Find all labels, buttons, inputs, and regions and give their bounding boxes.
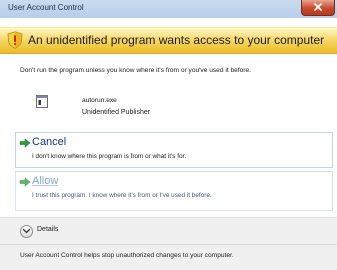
uac-dialog: User Account Control An unidentified pro… (0, 0, 337, 270)
warning-banner: An unidentified program wants access to … (0, 27, 337, 54)
footer-info-text: User Account Control helps stop unauthor… (20, 252, 234, 259)
program-name: autorun.exe (82, 97, 117, 104)
allow-option-description: I trust this program. I know where it's … (32, 192, 212, 199)
intro-text: Don't run the program unless you know wh… (20, 67, 252, 74)
cancel-option-button[interactable]: Cancel I don't know where this program i… (15, 132, 333, 168)
window-title: User Account Control (8, 3, 84, 12)
details-label: Details (37, 226, 59, 233)
title-bar: User Account Control (0, 0, 337, 18)
program-icon (36, 95, 48, 108)
allow-option-button[interactable]: Allow I trust this program. I know where… (15, 171, 333, 211)
banner-message: An unidentified program wants access to … (28, 33, 325, 47)
close-button[interactable] (301, 0, 335, 16)
chevron-down-icon (20, 225, 33, 238)
close-icon (314, 3, 322, 11)
details-toggle[interactable]: Details (20, 224, 80, 238)
green-arrow-icon (19, 177, 31, 187)
footer: Details User Account Control helps stop … (0, 217, 337, 270)
cancel-option-description: I don't know where this program is from … (32, 153, 187, 160)
allow-option-title: Allow (32, 175, 59, 187)
green-arrow-icon (19, 138, 31, 148)
shield-warning-icon (7, 31, 23, 49)
footer-divider (0, 244, 337, 245)
program-publisher: Unidentified Publisher (82, 109, 151, 116)
cancel-option-title: Cancel (32, 136, 67, 148)
